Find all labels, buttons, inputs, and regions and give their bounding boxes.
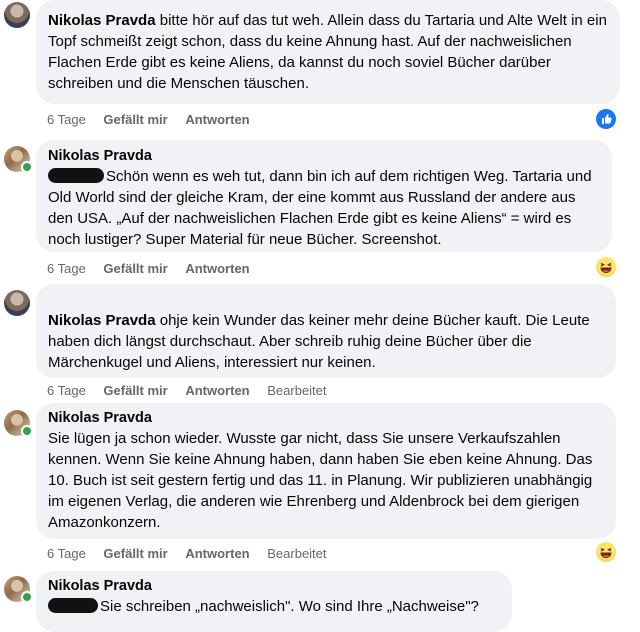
edited-label: Bearbeitet [267, 383, 327, 398]
timestamp[interactable]: 6 Tage [47, 112, 86, 127]
comment-bubble: Nikolas Pravda Schön wenn es weh tut, da… [36, 140, 612, 252]
comment-actions: 6 Tage Gefällt mir Antworten [47, 261, 264, 277]
comment-actions: 6 Tage Gefällt mir Antworten Bearbeitet [47, 546, 341, 562]
comment-actions: 6 Tage Gefällt mir Antworten [47, 112, 264, 128]
author-mention[interactable]: Nikolas Pravda [48, 312, 156, 329]
comment-bubble: Nikolas Pravda ohje kein Wunder das kein… [36, 284, 616, 378]
reply-button[interactable]: Antworten [185, 383, 249, 398]
online-status-icon [21, 591, 33, 603]
redacted-mention [48, 168, 104, 183]
comment-author[interactable]: Nikolas Pravda [48, 409, 604, 428]
author-mention[interactable]: Nikolas Pravda [48, 12, 156, 29]
haha-icon[interactable] [596, 257, 616, 277]
reply-button[interactable]: Antworten [185, 546, 249, 561]
timestamp[interactable]: 6 Tage [47, 383, 86, 398]
like-icon[interactable] [596, 109, 616, 129]
comment-author[interactable]: Nikolas Pravda [48, 147, 600, 166]
comment-text: Nikolas Pravda bitte hör auf das tut weh… [48, 10, 608, 94]
online-status-icon [21, 425, 33, 437]
like-button[interactable]: Gefällt mir [103, 261, 167, 276]
like-button[interactable]: Gefällt mir [103, 383, 167, 398]
avatar[interactable] [4, 290, 30, 316]
comment-actions: 6 Tage Gefällt mir Antworten Bearbeitet [47, 383, 341, 399]
timestamp[interactable]: 6 Tage [47, 261, 86, 276]
avatar[interactable] [4, 2, 30, 28]
comment-bubble: Nikolas Pravda Sie schreiben „nachweisli… [36, 571, 512, 632]
like-button[interactable]: Gefällt mir [103, 112, 167, 127]
reply-button[interactable]: Antworten [185, 112, 249, 127]
comment-text: Sie lügen ja schon wieder. Wusste gar ni… [48, 430, 593, 531]
haha-icon[interactable] [596, 542, 616, 562]
online-status-icon [21, 161, 33, 173]
timestamp[interactable]: 6 Tage [47, 546, 86, 561]
comment-text: Nikolas Pravda ohje kein Wunder das kein… [48, 310, 604, 373]
comment-author[interactable]: Nikolas Pravda [48, 577, 500, 596]
comment-text: Schön wenn es weh tut, dann bin ich auf … [48, 166, 600, 250]
comment-bubble: Nikolas Pravda Sie lügen ja schon wieder… [36, 403, 616, 539]
like-button[interactable]: Gefällt mir [103, 546, 167, 561]
comment-bubble: Nikolas Pravda bitte hör auf das tut weh… [36, 0, 620, 104]
comment-body: Schön wenn es weh tut, dann bin ich auf … [48, 168, 592, 248]
comment-text: Sie schreiben „nachweislich". Wo sind Ih… [48, 596, 500, 617]
comment-body: Sie schreiben „nachweislich". Wo sind Ih… [100, 598, 479, 615]
edited-label: Bearbeitet [267, 546, 327, 561]
reply-button[interactable]: Antworten [185, 261, 249, 276]
redacted-mention [48, 598, 98, 613]
